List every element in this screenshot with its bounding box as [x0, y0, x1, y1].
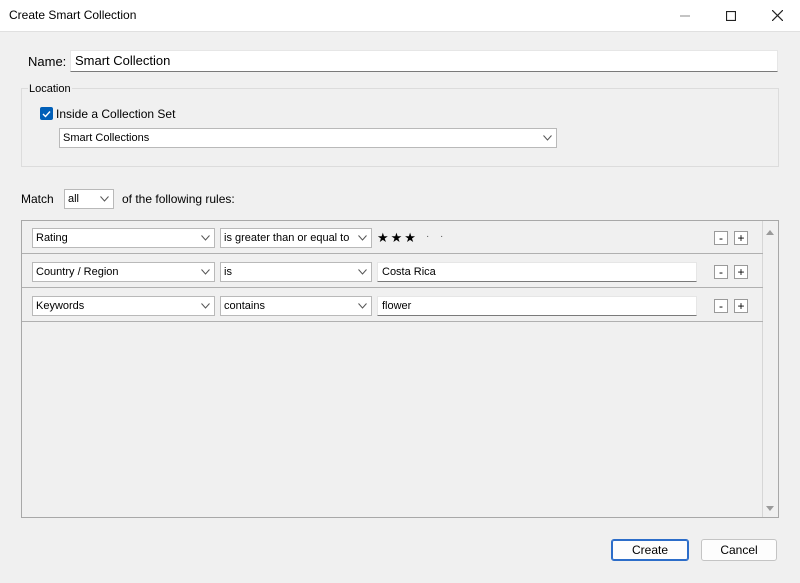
rule-operator-dropdown[interactable]: contains — [220, 296, 372, 316]
rule-field-value: Rating — [36, 232, 68, 244]
close-button[interactable] — [754, 0, 800, 31]
collection-set-dropdown[interactable]: Smart Collections — [59, 128, 557, 148]
minimize-button[interactable] — [662, 0, 708, 31]
rule-field-dropdown[interactable]: Keywords — [32, 296, 215, 316]
minimize-icon — [680, 15, 690, 16]
rule-operator-dropdown[interactable]: is — [220, 262, 372, 282]
scrollbar-track[interactable] — [762, 221, 763, 517]
rule-separator — [22, 321, 763, 322]
inside-collection-set-label[interactable]: Inside a Collection Set — [56, 107, 175, 121]
collection-set-value: Smart Collections — [63, 132, 150, 144]
location-group-label: Location — [28, 83, 72, 95]
scroll-up-arrow-icon[interactable] — [766, 230, 774, 235]
create-button[interactable]: Create — [611, 539, 689, 561]
title-bar: Create Smart Collection — [0, 0, 800, 32]
chevron-down-icon — [100, 196, 109, 202]
rule-field-dropdown[interactable]: Country / Region — [32, 262, 215, 282]
match-dropdown[interactable]: all — [64, 189, 114, 209]
scroll-down-arrow-icon[interactable] — [766, 506, 774, 511]
chevron-down-icon — [358, 235, 367, 241]
rule-field-dropdown[interactable]: Rating — [32, 228, 215, 248]
add-rule-button[interactable]: + — [734, 299, 748, 313]
chevron-down-icon — [201, 269, 210, 275]
rule-value-input[interactable]: Costa Rica — [377, 262, 697, 282]
maximize-button[interactable] — [708, 0, 754, 31]
maximize-icon — [726, 10, 736, 21]
remove-rule-button[interactable]: - — [714, 265, 728, 279]
match-label: Match — [21, 192, 54, 206]
cancel-button[interactable]: Cancel — [701, 539, 777, 561]
rule-operator-value: is — [224, 266, 232, 278]
rating-empty-star-5[interactable]: · — [440, 231, 443, 242]
chevron-down-icon — [201, 303, 210, 309]
chevron-down-icon — [201, 235, 210, 241]
rule-separator — [22, 253, 763, 254]
checkmark-icon — [42, 110, 51, 118]
rule-operator-value: contains — [224, 300, 265, 312]
rule-field-value: Country / Region — [36, 266, 119, 278]
rule-value-input[interactable]: flower — [377, 296, 697, 316]
remove-rule-button[interactable]: - — [714, 231, 728, 245]
name-label: Name: — [28, 54, 67, 69]
chevron-down-icon — [358, 269, 367, 275]
inside-collection-set-checkbox[interactable] — [40, 107, 53, 120]
rule-separator — [22, 287, 763, 288]
window-title: Create Smart Collection — [9, 8, 137, 22]
chevron-down-icon — [543, 135, 552, 141]
close-icon — [771, 10, 783, 21]
rule-operator-value: is greater than or equal to — [224, 232, 350, 244]
add-rule-button[interactable]: + — [734, 231, 748, 245]
rating-empty-star-4[interactable]: · — [426, 231, 429, 242]
rules-panel: Rating is greater than or equal to ★★★ ·… — [21, 220, 779, 518]
name-input[interactable]: Smart Collection — [70, 50, 778, 72]
match-value: all — [68, 193, 80, 205]
chevron-down-icon — [358, 303, 367, 309]
rule-operator-dropdown[interactable]: is greater than or equal to — [220, 228, 372, 248]
rule-field-value: Keywords — [36, 300, 85, 312]
match-suffix-label: of the following rules: — [122, 192, 235, 206]
add-rule-button[interactable]: + — [734, 265, 748, 279]
remove-rule-button[interactable]: - — [714, 299, 728, 313]
rating-stars[interactable]: ★★★ — [377, 230, 418, 246]
